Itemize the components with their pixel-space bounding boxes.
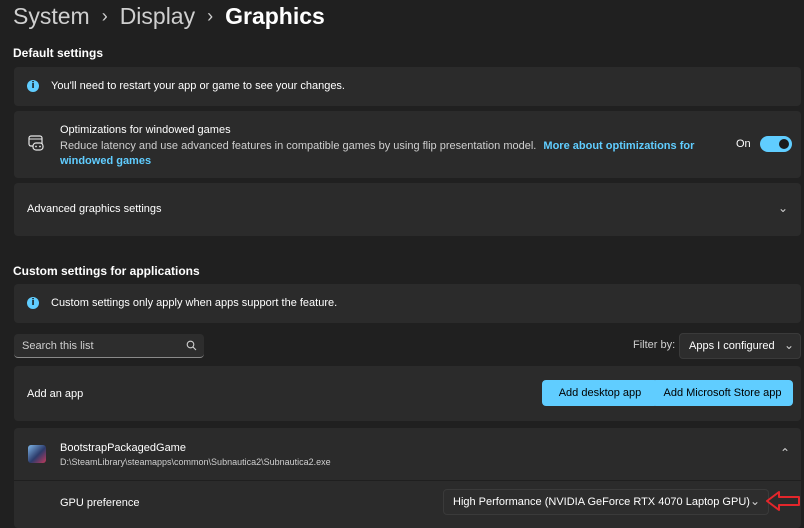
add-store-app-button[interactable]: Add Microsoft Store app bbox=[652, 380, 793, 406]
advanced-graphics-row[interactable]: Advanced graphics settings ⌄ bbox=[14, 183, 801, 236]
optimizations-description-text: Reduce latency and use advanced features… bbox=[60, 140, 537, 152]
restart-notice-text: You'll need to restart your app or game … bbox=[51, 80, 345, 92]
red-arrow-annotation bbox=[766, 491, 800, 511]
filter-value: Apps I configured bbox=[689, 340, 775, 352]
app-icon bbox=[28, 445, 46, 463]
chevron-right-icon: › bbox=[207, 6, 214, 26]
optimizations-learn-more-link-cont[interactable]: windowed games bbox=[60, 155, 151, 167]
chevron-right-icon: › bbox=[101, 6, 108, 26]
advanced-graphics-label: Advanced graphics settings bbox=[27, 203, 162, 215]
divider bbox=[14, 480, 801, 481]
default-settings-heading: Default settings bbox=[13, 46, 104, 60]
chevron-up-icon[interactable]: ⌃ bbox=[780, 446, 790, 460]
info-icon: i bbox=[27, 80, 39, 92]
toggle-state-label: On bbox=[736, 138, 751, 150]
custom-notice-card: i Custom settings only apply when apps s… bbox=[14, 284, 801, 323]
breadcrumb-display[interactable]: Display bbox=[120, 3, 195, 30]
gpu-preference-label: GPU preference bbox=[60, 497, 140, 509]
gpu-preference-dropdown[interactable]: High Performance (NVIDIA GeForce RTX 407… bbox=[443, 489, 769, 515]
app-path: D:\SteamLibrary\steamapps\common\Subnaut… bbox=[60, 457, 331, 467]
search-icon bbox=[186, 340, 197, 351]
chevron-down-icon: ⌄ bbox=[750, 494, 761, 508]
info-icon: i bbox=[27, 297, 39, 309]
filter-select[interactable]: Apps I configured ⌄ bbox=[679, 333, 801, 359]
optimizations-card: Optimizations for windowed games Reduce … bbox=[14, 111, 801, 178]
add-app-card: Add an app Add desktop app Add Microsoft… bbox=[14, 366, 801, 421]
breadcrumb-system[interactable]: System bbox=[13, 3, 90, 30]
custom-settings-heading: Custom settings for applications bbox=[13, 264, 200, 278]
chevron-down-icon: ⌄ bbox=[778, 201, 789, 215]
optimizations-description: Reduce latency and use advanced features… bbox=[60, 139, 700, 169]
toggle-knob bbox=[779, 139, 789, 149]
add-desktop-app-button[interactable]: Add desktop app bbox=[542, 380, 658, 406]
gpu-preference-value: High Performance (NVIDIA GeForce RTX 407… bbox=[453, 496, 750, 508]
gamepad-window-icon bbox=[28, 135, 44, 151]
custom-notice-text: Custom settings only apply when apps sup… bbox=[51, 297, 338, 309]
chevron-down-icon: ⌄ bbox=[784, 338, 795, 352]
filter-label: Filter by: bbox=[633, 339, 676, 351]
app-name: BootstrapPackagedGame bbox=[60, 442, 186, 454]
optimizations-title: Optimizations for windowed games bbox=[60, 124, 231, 136]
breadcrumb: System › Display › Graphics bbox=[13, 2, 325, 30]
search-placeholder: Search this list bbox=[22, 340, 94, 352]
page-title: Graphics bbox=[225, 2, 325, 29]
optimizations-toggle[interactable] bbox=[760, 136, 792, 152]
search-input[interactable]: Search this list bbox=[14, 334, 204, 358]
restart-notice-card: i You'll need to restart your app or gam… bbox=[14, 67, 801, 106]
optimizations-learn-more-link[interactable]: More about optimizations for bbox=[543, 140, 694, 152]
add-app-label: Add an app bbox=[27, 388, 84, 400]
